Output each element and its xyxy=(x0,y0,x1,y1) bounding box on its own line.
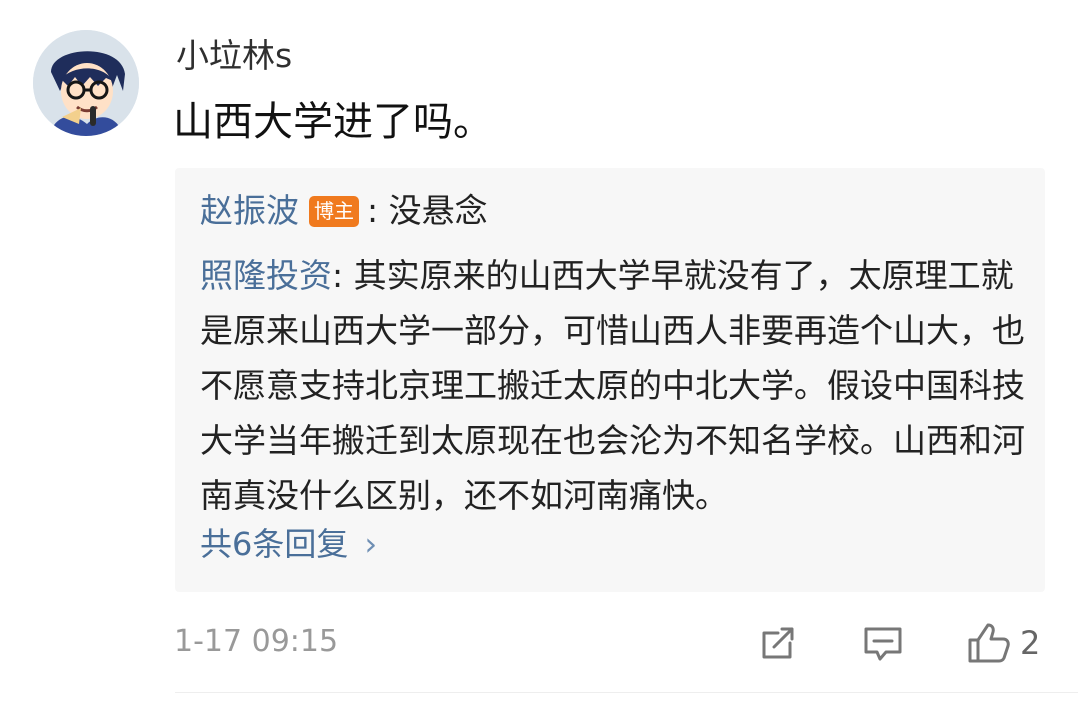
reply-preview-box[interactable]: 赵振波 博主: 没悬念 照隆投资: 其实原来的山西大学早就没有了，太原理工就是原来… xyxy=(175,168,1045,592)
avatar[interactable] xyxy=(33,30,139,136)
reply-separator: : xyxy=(332,256,354,295)
reply-separator: : xyxy=(367,191,389,230)
chevron-right-icon: › xyxy=(364,525,378,563)
reply-item-author: 赵振波 博主: 没悬念 xyxy=(200,190,488,232)
comment-username[interactable]: 小垃林s xyxy=(176,36,292,76)
reply-count-label: 共6条回复 xyxy=(200,525,349,563)
comment-button[interactable] xyxy=(860,620,906,666)
reply-author-name[interactable]: 照隆投资 xyxy=(200,256,332,295)
reply-author-name[interactable]: 赵振波 xyxy=(200,191,299,230)
author-badge: 博主 xyxy=(309,196,359,227)
view-replies-link[interactable]: 共6条回复 › xyxy=(200,524,377,564)
comment-text: 山西大学进了吗。 xyxy=(173,99,493,145)
like-count: 2 xyxy=(1020,624,1041,662)
share-icon xyxy=(762,627,794,659)
anime-character-avatar-icon xyxy=(33,30,139,136)
like-icon xyxy=(968,623,1010,663)
comment-icon xyxy=(864,627,902,661)
share-button[interactable] xyxy=(756,620,800,666)
comment-timestamp: 1-17 09:15 xyxy=(174,624,339,659)
like-button[interactable]: 2 xyxy=(964,620,1040,666)
reply-text: 没悬念 xyxy=(388,191,488,230)
bottom-divider xyxy=(175,692,1078,693)
reply-item-investor: 照隆投资: 其实原来的山西大学早就没有了，太原理工就是原来山西大学一部分，可惜山… xyxy=(200,248,1030,523)
